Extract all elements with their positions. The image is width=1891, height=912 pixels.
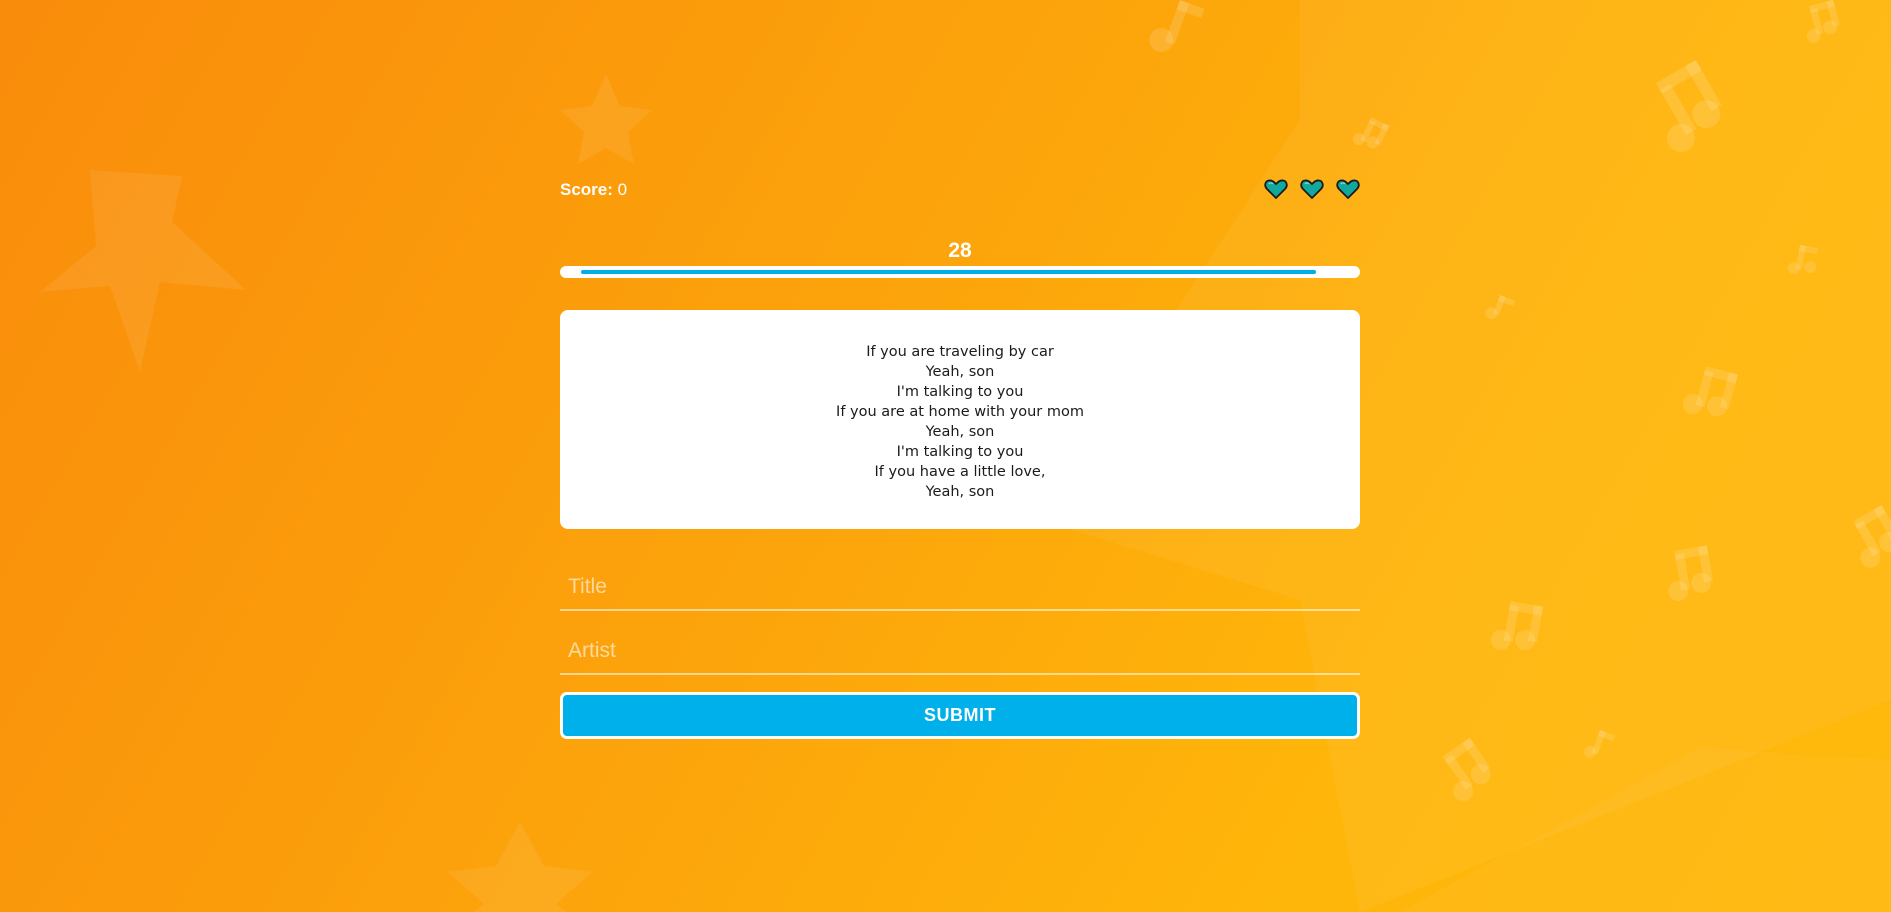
music-note-icon: [1583, 730, 1616, 758]
background-panel: [1400, 748, 1891, 912]
star-icon: [448, 822, 592, 912]
star-icon: [40, 170, 246, 372]
artist-input[interactable]: [560, 629, 1360, 675]
music-note-icon: [1656, 60, 1722, 153]
lyrics-card: If you are traveling by car Yeah, son I'm …: [560, 310, 1360, 529]
heart-icon: [1264, 179, 1288, 200]
title-input[interactable]: [560, 565, 1360, 611]
music-note-icon: [1442, 737, 1491, 802]
game-header: Score: 0: [560, 170, 1360, 214]
music-note-icon: [1853, 505, 1891, 568]
music-note-icon: [1485, 295, 1516, 320]
music-note-icon: [1787, 245, 1818, 275]
submit-button[interactable]: SUBMIT: [560, 692, 1360, 739]
lives-display: [1264, 178, 1360, 200]
music-note-icon: [1682, 366, 1738, 417]
star-icon: [560, 74, 652, 164]
score-value: 0: [617, 180, 628, 199]
lyric-line: If you are traveling by car: [866, 344, 1054, 360]
score-label: Score:: [560, 180, 613, 199]
timer-progress-bar: [560, 266, 1360, 278]
lyric-line: If you have a little love,: [874, 464, 1046, 480]
heart-icon: [1300, 179, 1324, 200]
heart-icon: [1336, 179, 1360, 200]
timer-progress-fill: [581, 270, 1316, 274]
lyric-line: I'm talking to you: [896, 444, 1024, 460]
score-display: Score: 0: [560, 180, 627, 200]
music-note-icon: [1490, 601, 1544, 651]
lyric-line: I'm talking to you: [896, 384, 1024, 400]
lyric-line: Yeah, son: [925, 364, 995, 380]
lyric-line: Yeah, son: [925, 424, 995, 440]
music-note-icon: [1352, 117, 1390, 149]
music-note-icon: [1806, 0, 1840, 43]
game-panel: Score: 0 28 If you are traveling by car Y…: [560, 170, 1360, 739]
lyric-line: Yeah, son: [925, 484, 995, 500]
music-note-icon: [1668, 545, 1714, 601]
timer-value: 28: [948, 239, 972, 262]
music-note-icon: [1149, 0, 1205, 52]
lyric-line: If you are at home with your mom: [836, 404, 1084, 420]
